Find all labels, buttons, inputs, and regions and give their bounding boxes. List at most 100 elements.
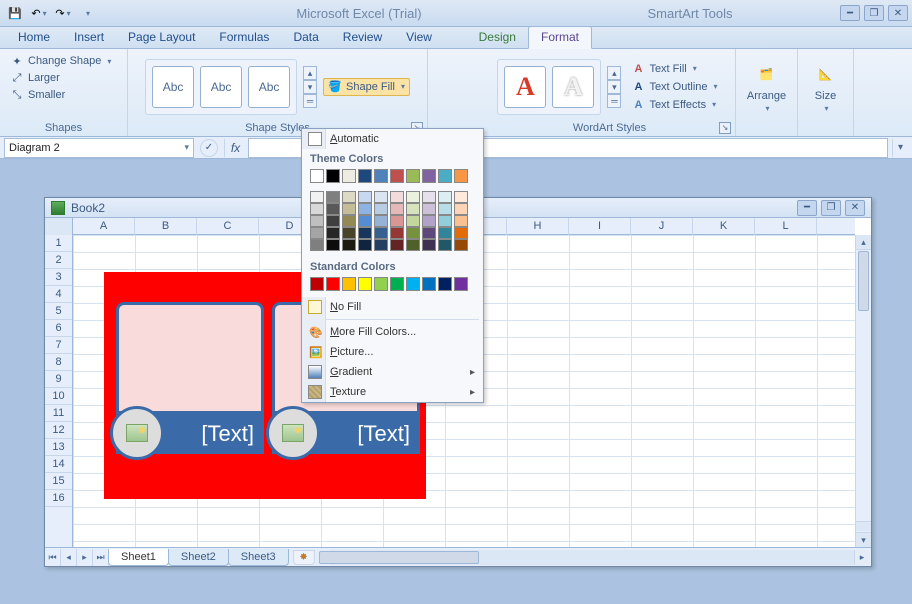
- tab-insert[interactable]: Insert: [62, 27, 116, 48]
- sheet-tab[interactable]: Sheet3: [228, 549, 289, 566]
- larger-button[interactable]: ⤢Larger: [8, 70, 113, 86]
- text-outline-button[interactable]: AText Outline▾: [627, 79, 721, 95]
- color-swatch[interactable]: [310, 169, 324, 183]
- color-swatch[interactable]: [342, 239, 356, 251]
- gallery-more-button[interactable]: ═: [303, 94, 317, 108]
- color-swatch[interactable]: [454, 203, 468, 215]
- color-swatch[interactable]: [390, 203, 404, 215]
- restore-button[interactable]: ❐: [864, 5, 884, 21]
- wordart-swatch[interactable]: A: [552, 66, 594, 108]
- color-swatch[interactable]: [374, 277, 388, 291]
- row-header[interactable]: 16: [45, 490, 72, 507]
- insert-function-button[interactable]: fx: [224, 139, 246, 157]
- fill-automatic[interactable]: Automatic: [302, 129, 483, 149]
- gallery-down-button[interactable]: ▾: [607, 80, 621, 94]
- tab-data[interactable]: Data: [281, 27, 330, 48]
- row-header[interactable]: 9: [45, 371, 72, 388]
- smartart-image-badge[interactable]: [266, 406, 320, 460]
- scroll-up-button[interactable]: ▴: [856, 235, 871, 250]
- color-swatch[interactable]: [454, 169, 468, 183]
- text-effects-button[interactable]: AText Effects▾: [627, 97, 721, 113]
- color-swatch[interactable]: [342, 191, 356, 203]
- color-swatch[interactable]: [406, 277, 420, 291]
- col-header[interactable]: K: [693, 218, 755, 235]
- color-swatch[interactable]: [374, 191, 388, 203]
- col-header[interactable]: H: [507, 218, 569, 235]
- color-swatch[interactable]: [342, 215, 356, 227]
- color-swatch[interactable]: [454, 215, 468, 227]
- smartart-picture-placeholder[interactable]: [116, 302, 264, 414]
- col-header[interactable]: B: [135, 218, 197, 235]
- color-swatch[interactable]: [422, 227, 436, 239]
- shape-style-swatch[interactable]: Abc: [200, 66, 242, 108]
- color-swatch[interactable]: [422, 191, 436, 203]
- row-header[interactable]: 10: [45, 388, 72, 405]
- chevron-down-icon[interactable]: ▾: [184, 142, 189, 153]
- color-swatch[interactable]: [390, 215, 404, 227]
- color-swatch[interactable]: [310, 203, 324, 215]
- shape-fill-button[interactable]: 🪣Shape Fill▾: [323, 78, 410, 96]
- color-swatch[interactable]: [438, 169, 452, 183]
- arrange-button[interactable]: 🗂️Arrange▾: [740, 55, 794, 119]
- color-swatch[interactable]: [310, 239, 324, 251]
- color-swatch[interactable]: [342, 277, 356, 291]
- wordart-swatch[interactable]: A: [504, 66, 546, 108]
- smaller-button[interactable]: ⤡Smaller: [8, 87, 113, 103]
- tab-review[interactable]: Review: [331, 27, 394, 48]
- col-header[interactable]: L: [755, 218, 817, 235]
- color-swatch[interactable]: [422, 277, 436, 291]
- color-swatch[interactable]: [374, 239, 388, 251]
- gallery-more-button[interactable]: ═: [607, 94, 621, 108]
- last-sheet-button[interactable]: ⏭: [93, 549, 109, 566]
- color-swatch[interactable]: [438, 277, 452, 291]
- color-swatch[interactable]: [406, 203, 420, 215]
- scroll-down-button[interactable]: ▾: [856, 532, 871, 547]
- color-swatch[interactable]: [310, 277, 324, 291]
- color-swatch[interactable]: [326, 239, 340, 251]
- horizontal-scrollbar[interactable]: ◂ ▸: [317, 550, 869, 565]
- expand-formula-bar-button[interactable]: ▾: [892, 139, 908, 157]
- fill-no-fill[interactable]: No Fill: [302, 297, 483, 317]
- color-swatch[interactable]: [358, 169, 372, 183]
- color-swatch[interactable]: [358, 191, 372, 203]
- color-swatch[interactable]: [454, 227, 468, 239]
- sheet-tab[interactable]: Sheet1: [108, 549, 169, 566]
- color-swatch[interactable]: [406, 239, 420, 251]
- color-swatch[interactable]: [438, 239, 452, 251]
- scroll-right-button[interactable]: ▸: [854, 550, 869, 565]
- shape-style-swatch[interactable]: Abc: [248, 66, 290, 108]
- col-header[interactable]: C: [197, 218, 259, 235]
- color-swatch[interactable]: [438, 227, 452, 239]
- color-swatch[interactable]: [406, 191, 420, 203]
- col-header[interactable]: J: [631, 218, 693, 235]
- dialog-launcher-wordart[interactable]: ↘: [719, 122, 731, 134]
- sheet-tab[interactable]: Sheet2: [168, 549, 229, 566]
- tab-view[interactable]: View: [394, 27, 444, 48]
- color-swatch[interactable]: [326, 277, 340, 291]
- col-header[interactable]: A: [73, 218, 135, 235]
- color-swatch[interactable]: [454, 277, 468, 291]
- book-close-button[interactable]: ✕: [845, 200, 865, 216]
- row-header[interactable]: 4: [45, 286, 72, 303]
- color-swatch[interactable]: [454, 191, 468, 203]
- color-swatch[interactable]: [406, 215, 420, 227]
- row-header[interactable]: 14: [45, 456, 72, 473]
- color-swatch[interactable]: [422, 215, 436, 227]
- row-header[interactable]: 11: [45, 405, 72, 422]
- name-box[interactable]: Diagram 2▾: [4, 138, 194, 158]
- insert-sheet-button[interactable]: ✸: [293, 550, 315, 565]
- color-swatch[interactable]: [326, 215, 340, 227]
- color-swatch[interactable]: [390, 191, 404, 203]
- save-button[interactable]: 💾: [4, 2, 26, 24]
- color-swatch[interactable]: [390, 239, 404, 251]
- color-swatch[interactable]: [422, 169, 436, 183]
- color-swatch[interactable]: [374, 169, 388, 183]
- color-swatch[interactable]: [390, 227, 404, 239]
- fill-picture[interactable]: 🖼️Picture...: [302, 342, 483, 362]
- undo-button[interactable]: ↶▾: [28, 2, 50, 24]
- color-swatch[interactable]: [342, 169, 356, 183]
- color-swatch[interactable]: [326, 227, 340, 239]
- change-shape-button[interactable]: ✦Change Shape▾: [8, 53, 113, 69]
- color-swatch[interactable]: [326, 169, 340, 183]
- qat-customize-button[interactable]: ▾: [76, 2, 98, 24]
